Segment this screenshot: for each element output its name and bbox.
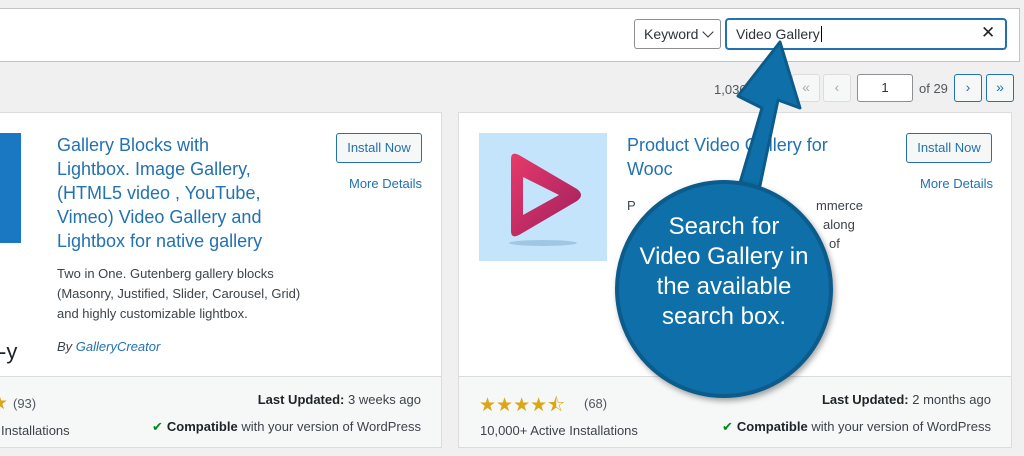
plugin-card-footer: ★ (93) Installations Last Updated: 3 wee… bbox=[0, 376, 441, 447]
last-updated: Last Updated: 3 weeks ago bbox=[258, 392, 421, 407]
text-caret bbox=[820, 26, 822, 42]
rating-count: (93) bbox=[13, 396, 37, 411]
description-fragment: along bbox=[823, 217, 855, 232]
total-pages: of 29 bbox=[919, 81, 948, 96]
search-input-value: Video Gallery bbox=[736, 26, 820, 42]
search-input[interactable]: Video Gallery bbox=[726, 19, 1006, 49]
more-details-link[interactable]: More Details bbox=[920, 176, 993, 191]
half-star-icon: ⯪ bbox=[547, 395, 566, 416]
install-now-button[interactable]: Install Now bbox=[906, 133, 992, 163]
install-now-button[interactable]: Install Now bbox=[336, 133, 422, 163]
results-count: 1,036 bbox=[714, 82, 747, 97]
compatibility: ✔ Compatible with your version of WordPre… bbox=[722, 419, 991, 435]
pagination: 1,036 « ‹ 1 of 29 › » bbox=[700, 74, 1020, 104]
plugin-logo-fragment: -y bbox=[0, 339, 18, 364]
rating-stars: ★★★★⯪ bbox=[479, 391, 565, 423]
compatible-text: with your version of WordPress bbox=[237, 419, 421, 434]
search-type-selected: Keyword bbox=[644, 26, 699, 42]
plugin-title-link[interactable]: Gallery Blocks with Lightbox. Image Gall… bbox=[57, 133, 262, 253]
title-line: Wooc bbox=[627, 159, 673, 179]
description-fragment: mmerce bbox=[816, 198, 863, 213]
plugin-icon bbox=[0, 133, 21, 243]
last-page-button[interactable]: » bbox=[986, 74, 1014, 102]
last-updated: Last Updated: 2 months ago bbox=[822, 392, 991, 407]
author-link[interactable]: GalleryCreator bbox=[76, 339, 161, 354]
title-line: Lightbox for native gallery bbox=[57, 231, 263, 251]
compatibility: ✔ Compatible with your version of WordPre… bbox=[152, 419, 421, 435]
compatible-text: with your version of WordPress bbox=[807, 419, 991, 434]
plugin-description: Two in One. Gutenberg gallery blocks (Ma… bbox=[57, 264, 300, 324]
annotation-callout: Search for Video Gallery in the availabl… bbox=[615, 180, 833, 398]
rating-stars: ★ bbox=[0, 392, 8, 415]
prev-page-button[interactable]: ‹ bbox=[823, 74, 851, 102]
active-installs: Installations bbox=[1, 423, 70, 438]
author-prefix: By bbox=[57, 339, 76, 354]
description-line: Two in One. Gutenberg gallery blocks bbox=[57, 266, 274, 281]
first-page-button[interactable]: « bbox=[792, 74, 820, 102]
current-page-input[interactable]: 1 bbox=[857, 74, 913, 102]
check-icon: ✔ bbox=[722, 419, 733, 434]
rating-count: (68) bbox=[584, 396, 608, 411]
play-icon bbox=[509, 153, 581, 246]
chevron-down-icon bbox=[702, 26, 714, 38]
last-updated-label: Last Updated: bbox=[821, 392, 909, 407]
active-installs: 10,000+ Active Installations bbox=[480, 423, 638, 438]
plugin-icon bbox=[479, 133, 607, 261]
compatible-label: Compatible bbox=[166, 419, 238, 434]
plugin-card: -y Gallery Blocks with Lightbox. Image G… bbox=[0, 112, 442, 448]
title-line: Lightbox. Image Gallery, bbox=[57, 159, 251, 179]
title-line: Product Video Gallery for bbox=[627, 135, 828, 155]
more-details-link[interactable]: More Details bbox=[349, 176, 422, 191]
next-page-button[interactable]: › bbox=[954, 74, 982, 102]
description-fragment: of bbox=[829, 236, 840, 251]
title-line: Vimeo) Video Gallery and bbox=[57, 207, 262, 227]
last-updated-value: 3 weeks ago bbox=[344, 392, 421, 407]
clear-search-icon[interactable]: ✕ bbox=[981, 24, 995, 41]
description-fragment: P bbox=[627, 198, 636, 213]
search-type-select[interactable]: Keyword bbox=[634, 19, 721, 49]
check-icon: ✔ bbox=[152, 419, 163, 434]
description-line: (Masonry, Justified, Slider, Carousel, G… bbox=[57, 286, 301, 301]
callout-text: Search for Video Gallery in the availabl… bbox=[639, 213, 809, 330]
last-updated-value: 2 months ago bbox=[908, 392, 991, 407]
title-line: Gallery Blocks with bbox=[57, 135, 210, 155]
title-line: (HTML5 video , YouTube, bbox=[57, 183, 261, 203]
last-updated-label: Last Updated: bbox=[257, 392, 345, 407]
compatible-label: Compatible bbox=[736, 419, 808, 434]
description-line: and highly customizable lightbox. bbox=[57, 306, 248, 321]
plugin-author: By GalleryCreator bbox=[57, 339, 160, 354]
plugin-title-link[interactable]: Product Video Gallery for Wooc bbox=[627, 133, 828, 181]
